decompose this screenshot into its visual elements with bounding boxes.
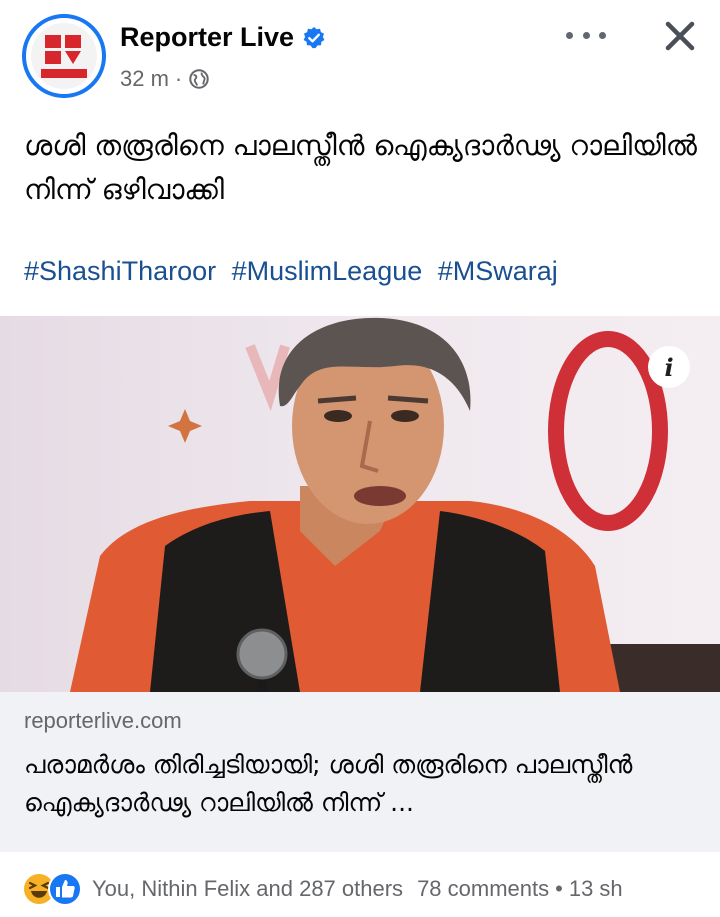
reaction-icons[interactable] (22, 871, 84, 906)
page-name[interactable]: Reporter Live (120, 22, 294, 53)
post-time[interactable]: 32 m (120, 66, 169, 92)
shares-count[interactable]: 13 sh (569, 876, 623, 902)
page-name-row: Reporter Live (120, 22, 326, 53)
post-footer: You, Nithin Felix and 287 others 78 comm… (0, 860, 720, 917)
verified-badge-icon (303, 26, 325, 48)
hashtag-row: #ShashiTharoor #MuslimLeague #MSwaraj (24, 256, 566, 287)
more-options-icon[interactable] (566, 20, 606, 50)
link-preview-card[interactable]: reporterlive.com പരാമർശം തിരിച്ചടിയായി; … (0, 692, 720, 852)
post-header: Reporter Live 32 m · (0, 0, 720, 110)
page-avatar[interactable] (22, 14, 106, 98)
like-reaction-icon (48, 871, 82, 906)
footer-separator: • (555, 875, 563, 901)
hashtag-m-swaraj[interactable]: #MSwaraj (438, 256, 558, 286)
info-icon[interactable]: i (648, 346, 690, 388)
post-image[interactable] (0, 316, 720, 692)
post-text: ശശി തരൂരിനെ പാലസ്തീൻ ഐക്യദാർഢ്യ റാലിയിൽ … (24, 129, 697, 206)
hashtag-muslim-league[interactable]: #MuslimLeague (232, 256, 423, 286)
reactions-summary[interactable]: You, Nithin Felix and 287 others (92, 876, 403, 902)
meta-separator: · (174, 66, 183, 91)
close-icon[interactable] (662, 18, 698, 54)
speaker-photo (0, 316, 720, 692)
comments-count[interactable]: 78 comments (417, 876, 549, 902)
globe-icon (189, 69, 209, 89)
link-domain: reporterlive.com (24, 708, 182, 733)
reporter-logo (31, 23, 97, 89)
hashtag-shashi-tharoor[interactable]: #ShashiTharoor (24, 256, 216, 286)
reporter-logo-icon (45, 35, 81, 64)
link-title: പരാമർശം തിരിച്ചടിയായി; ശശി തരൂരിനെ പാലസ്… (24, 750, 633, 817)
post-meta: 32 m · (120, 66, 210, 92)
logo-band (41, 69, 87, 78)
